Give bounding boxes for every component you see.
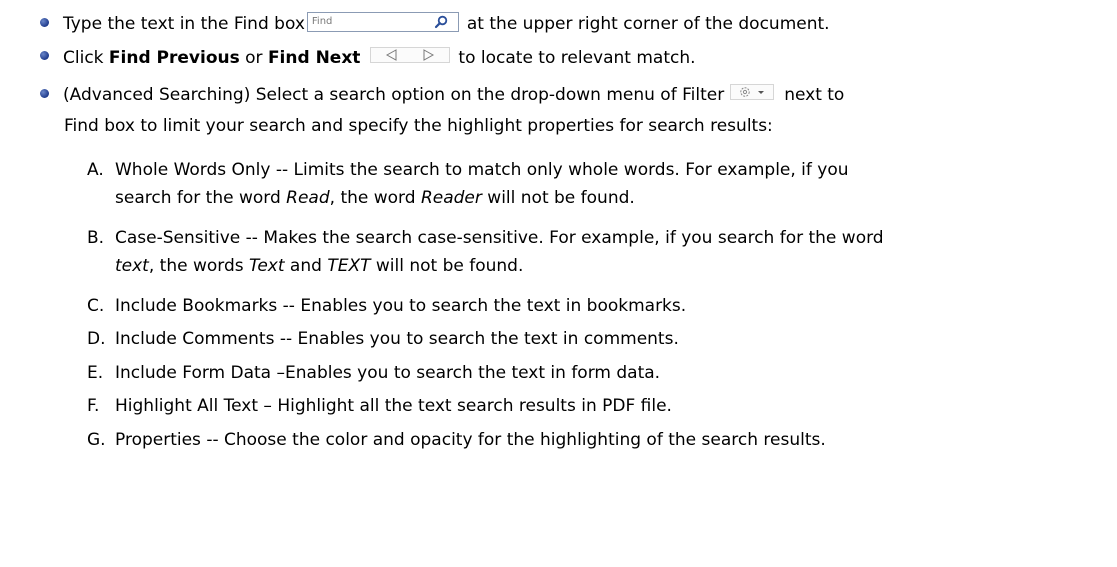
italic-word: Text [249, 256, 285, 276]
bullet-text-post: to locate to relevant match. [458, 48, 696, 68]
bullet-text-pre: Click [63, 48, 109, 68]
option-text: Include Bookmarks -- Enables you to sear… [115, 296, 687, 316]
option-text-line1: Case-Sensitive -- Makes the search case-… [115, 228, 884, 248]
option-text: Properties -- Choose the color and opaci… [115, 430, 826, 450]
option-text: Include Form Data –Enables you to search… [115, 363, 661, 383]
document-page: Type the text in the Find box Find at the … [0, 0, 1117, 567]
bullet-text-line2: Find box to limit your search and specif… [64, 116, 773, 136]
text-run: and [284, 256, 328, 276]
text-run: will not be found. [370, 256, 524, 276]
option-letter: G. [87, 430, 106, 450]
find-placeholder: Find [311, 16, 333, 27]
bullet-icon [40, 18, 49, 27]
find-box-illustration: Find [306, 12, 459, 32]
find-previous-label: Find Previous [108, 48, 240, 68]
text-run: will not be found. [481, 188, 635, 208]
option-text-line2: search for the word Read, the word Reade… [115, 186, 1117, 210]
bullet-text-line1: (Advanced Searching) Select a search opt… [63, 82, 844, 107]
italic-word: text [115, 256, 149, 276]
bullet-text-pre: (Advanced Searching) Select a search opt… [63, 85, 725, 105]
filter-gear-dropdown-icon [730, 82, 775, 102]
text-run: search for the word [115, 188, 287, 208]
option-letter: F. [87, 396, 100, 416]
option-text-line1: Whole Words Only -- Limits the search to… [115, 160, 849, 180]
option-letter: B. [87, 228, 105, 248]
bullet-text-post: at the upper right corner of the documen… [466, 14, 830, 34]
bullet-icon [40, 51, 49, 60]
option-text: Highlight All Text – Highlight all the t… [115, 396, 672, 416]
bullet-text-mid: or [239, 48, 268, 68]
italic-word: Read [286, 188, 330, 208]
bullet-text-post: next to [784, 85, 845, 105]
find-next-label: Find Next [267, 48, 361, 68]
bullet-icon [40, 89, 49, 98]
bullet-text: Type the text in the Find box Find at the … [63, 12, 830, 36]
option-letter: A. [87, 160, 104, 180]
italic-word: Reader [420, 188, 482, 208]
option-letter: D. [87, 329, 106, 349]
magnifier-icon [434, 15, 448, 29]
text-run: , the words [148, 256, 250, 276]
find-nav-buttons-illustration [370, 45, 451, 65]
option-text: Include Comments -- Enables you to searc… [115, 329, 679, 349]
option-text-line2: text, the words Text and TEXT will not b… [115, 254, 1117, 278]
text-run: , the word [329, 188, 421, 208]
option-letter: C. [87, 296, 105, 316]
bullet-text-pre: Type the text in the Find box [63, 14, 305, 34]
option-letter: E. [87, 363, 104, 383]
italic-word: TEXT [327, 256, 371, 276]
bullet-text: Click Find Previous or Find Next to locat… [63, 45, 696, 70]
